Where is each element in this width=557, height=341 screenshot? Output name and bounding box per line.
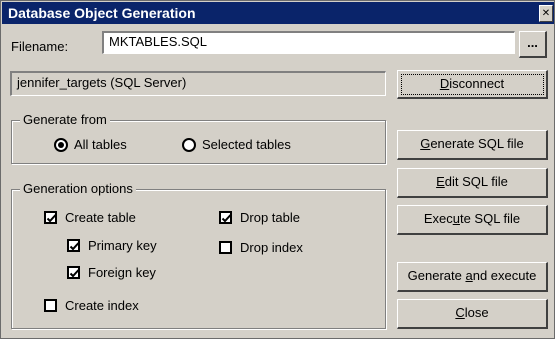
- close-label-post: lose: [464, 305, 489, 320]
- checkbox-checked-icon: [44, 211, 57, 224]
- drop-index-label: Drop index: [240, 240, 303, 255]
- checkbox-unchecked-icon: [44, 299, 57, 312]
- create-table-checkbox[interactable]: Create table: [44, 210, 136, 225]
- create-index-checkbox[interactable]: Create index: [44, 298, 139, 313]
- execute-sql-file-button[interactable]: Execute SQL file: [397, 205, 548, 235]
- connection-value: jennifer_targets (SQL Server): [17, 75, 187, 90]
- generate-execute-label-post: nd execute: [472, 268, 537, 283]
- execute-sql-label-key: u: [452, 211, 460, 226]
- radio-unselected-icon: [182, 137, 196, 152]
- radio-all-tables-label: All tables: [74, 137, 127, 152]
- generate-sql-file-button[interactable]: Generate SQL file: [397, 130, 548, 160]
- connection-field: jennifer_targets (SQL Server): [10, 71, 386, 96]
- edit-sql-label-key: E: [436, 174, 445, 189]
- checkbox-checked-icon: [67, 266, 80, 279]
- radio-all-tables[interactable]: All tables: [54, 137, 127, 152]
- drop-table-checkbox[interactable]: Drop table: [219, 210, 300, 225]
- window-title: Database Object Generation: [8, 5, 196, 21]
- drop-table-label: Drop table: [240, 210, 300, 225]
- checkbox-checked-icon: [219, 211, 232, 224]
- filename-input[interactable]: MKTABLES.SQL: [102, 31, 515, 54]
- execute-sql-label-pre: Exec: [423, 211, 453, 226]
- create-index-label: Create index: [65, 298, 139, 313]
- radio-selected-tables-label: Selected tables: [202, 137, 291, 152]
- generation-options-title: Generation options: [20, 181, 136, 196]
- generate-sql-label-key: G: [420, 136, 431, 151]
- close-icon[interactable]: ✕: [539, 5, 553, 22]
- checkbox-unchecked-icon: [219, 241, 232, 254]
- generate-execute-label-pre: Generate: [407, 268, 466, 283]
- browse-button[interactable]: ...: [519, 31, 547, 58]
- generate-execute-label-key: a: [465, 268, 473, 283]
- edit-sql-label-post: dit SQL file: [444, 174, 508, 189]
- radio-selected-tables[interactable]: Selected tables: [182, 137, 291, 152]
- generate-from-group: Generate from All tables Selected tables: [11, 112, 386, 164]
- close-label-key: C: [455, 305, 465, 320]
- browse-button-label: ...: [527, 35, 538, 50]
- close-button[interactable]: Close: [397, 299, 548, 329]
- disconnect-label-post: isconnect: [449, 76, 505, 91]
- disconnect-label-key: D: [439, 76, 450, 91]
- radio-selected-icon: [54, 137, 68, 152]
- primary-key-checkbox[interactable]: Primary key: [67, 238, 157, 253]
- disconnect-button[interactable]: Disconnect: [397, 70, 548, 99]
- filename-value: MKTABLES.SQL: [109, 34, 208, 49]
- checkbox-checked-icon: [67, 239, 80, 252]
- execute-sql-label-post: te SQL file: [459, 211, 521, 226]
- title-bar[interactable]: Database Object Generation ✕: [2, 2, 554, 24]
- edit-sql-file-button[interactable]: Edit SQL file: [397, 168, 548, 198]
- drop-index-checkbox[interactable]: Drop index: [219, 240, 303, 255]
- generate-and-execute-button[interactable]: Generate and execute: [397, 262, 548, 292]
- create-table-label: Create table: [65, 210, 136, 225]
- foreign-key-checkbox[interactable]: Foreign key: [67, 265, 156, 280]
- filename-label: Filename:: [11, 39, 69, 54]
- generate-from-title: Generate from: [20, 112, 110, 127]
- primary-key-label: Primary key: [88, 238, 157, 253]
- generation-options-group: Generation options Create table Primary …: [11, 181, 386, 329]
- dialog-window: Database Object Generation ✕ Filename: M…: [0, 0, 555, 339]
- generate-sql-label-post: enerate SQL file: [430, 136, 524, 151]
- foreign-key-label: Foreign key: [88, 265, 156, 280]
